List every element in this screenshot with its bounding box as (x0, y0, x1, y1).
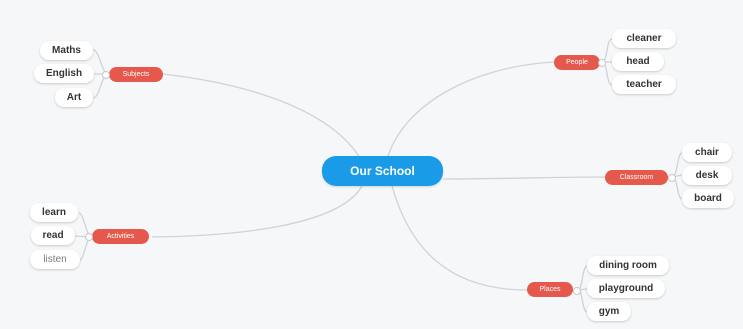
leaf-teacher[interactable]: teacher (612, 75, 676, 94)
leaf-chair[interactable]: chair (682, 143, 732, 162)
leaf-listen[interactable]: listen (30, 250, 80, 269)
leaf-learn[interactable]: learn (30, 203, 78, 222)
leaf-dining-room[interactable]: dining room (587, 256, 669, 275)
branch-subjects[interactable]: Subjects (109, 67, 163, 82)
collapse-knob-people[interactable] (598, 59, 606, 67)
leaf-cleaner[interactable]: cleaner (612, 29, 676, 48)
mindmap-canvas[interactable]: Our School Subjects Maths English Art Ac… (0, 0, 743, 329)
leaf-head[interactable]: head (612, 52, 664, 71)
branch-classroom[interactable]: Classroom (605, 170, 668, 185)
branch-activities[interactable]: Activities (92, 229, 149, 244)
leaf-board[interactable]: board (682, 189, 734, 208)
branch-places[interactable]: Places (527, 282, 573, 297)
leaf-playground[interactable]: playground (587, 279, 665, 298)
leaf-desk[interactable]: desk (682, 166, 732, 185)
collapse-knob-classroom[interactable] (668, 174, 676, 182)
leaf-art[interactable]: Art (55, 88, 93, 107)
leaf-maths[interactable]: Maths (40, 41, 93, 60)
leaf-gym[interactable]: gym (587, 302, 631, 321)
branch-people[interactable]: People (554, 55, 600, 70)
central-topic[interactable]: Our School (322, 156, 443, 186)
collapse-knob-subjects[interactable] (102, 71, 110, 79)
leaf-read[interactable]: read (31, 226, 75, 245)
leaf-english[interactable]: English (34, 64, 94, 83)
collapse-knob-activities[interactable] (85, 233, 93, 241)
collapse-knob-places[interactable] (573, 287, 581, 295)
